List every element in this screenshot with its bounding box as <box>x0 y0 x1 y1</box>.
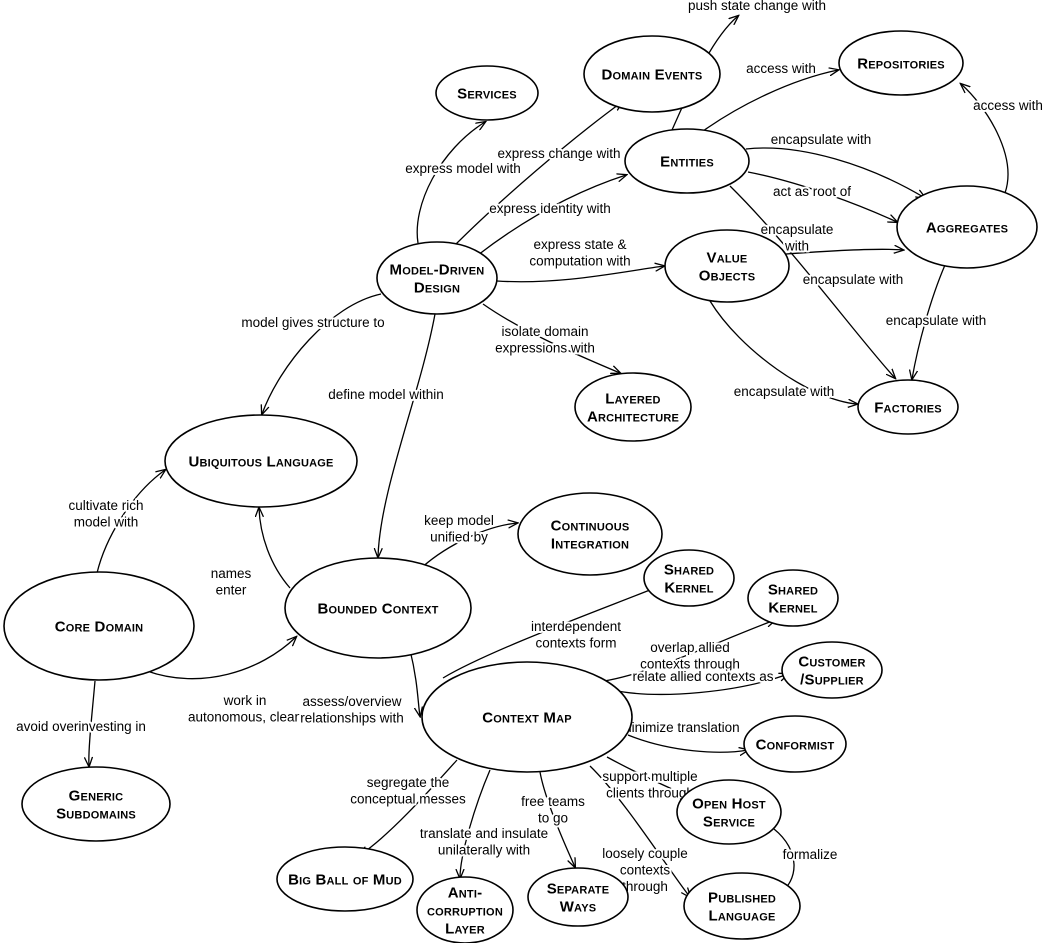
edge-label: define model within <box>328 387 444 402</box>
edge-label: minimize translation <box>620 720 739 735</box>
node-published_lang[interactable]: Published Language <box>683 872 801 940</box>
node-label: Continuous Integration <box>551 518 630 553</box>
concept-map-svg: express model withexpress model withexpr… <box>3 0 1045 943</box>
node-label: Domain Events <box>602 67 703 84</box>
edge-label: encapsulate with <box>771 132 872 147</box>
node-repositories[interactable]: Repositories <box>838 30 964 96</box>
node-factories[interactable]: Factories <box>857 379 959 435</box>
edge-label: work in autonomous, clean <box>188 693 302 725</box>
node-label: Shared Kernel <box>664 562 714 597</box>
node-label: Context Map <box>482 710 572 727</box>
node-label: Customer/Supplier <box>798 654 865 689</box>
node-label: Shared Kernel <box>768 582 818 617</box>
node-label: Open Host Service <box>692 796 766 831</box>
node-layered_arch[interactable]: Layered Architecture <box>574 372 692 442</box>
edge-label: express change with <box>497 146 620 161</box>
edge-label: model gives structure to <box>241 315 384 330</box>
edge-label: act as root of <box>773 184 851 199</box>
edge-label: cultivate rich model with <box>68 498 143 530</box>
node-open_host[interactable]: Open Host Service <box>676 779 782 845</box>
edge-label: express state & computation with <box>529 237 630 269</box>
edge-label: isolate domain expressions with <box>495 324 595 356</box>
edge-bounded_ctx-to-ubiquitous <box>259 508 291 589</box>
edge-label: express identity with <box>489 201 611 216</box>
edge-label: encapsulate with <box>803 272 904 287</box>
edge-label: overlap allied contexts through <box>640 640 740 672</box>
edge-label: access with <box>746 61 816 76</box>
edge-context_map-to-anti_corruption <box>460 769 491 878</box>
node-shared_kernel2[interactable]: Shared Kernel <box>747 569 839 627</box>
node-context_map[interactable]: Context Map <box>421 661 633 773</box>
edge-bounded_ctx-to-context_map <box>409 649 420 716</box>
node-ubiquitous[interactable]: Ubiquitous Language <box>164 414 358 508</box>
node-label: Repositories <box>857 56 945 73</box>
edge-label: translate and insulate unilaterally with <box>420 826 548 858</box>
edge-label: encapsulate with <box>886 313 987 328</box>
node-label: Factories <box>874 400 942 417</box>
node-entities[interactable]: Entities <box>624 128 750 194</box>
node-label: Published Language <box>708 890 776 925</box>
node-label: Bounded Context <box>317 601 438 618</box>
edge-label: push state change with <box>688 0 826 13</box>
node-services[interactable]: Services <box>435 65 539 121</box>
edge-label: free teams to go <box>521 794 585 826</box>
node-cont_integ[interactable]: Continuous Integration <box>517 492 663 576</box>
edge-label: encapsulate with <box>734 384 835 399</box>
edge-label: assess/overview relationships with <box>300 694 404 726</box>
node-label: Conformist <box>756 737 835 754</box>
edge-label: avoid overinvesting in <box>16 719 146 734</box>
node-label: Big Ball of Mud <box>288 872 402 889</box>
node-label: Core Domain <box>55 619 144 636</box>
node-value_objects[interactable]: Value Objects <box>664 229 790 303</box>
edge-label: interdependent contexts form <box>531 619 621 651</box>
edge-label: names enter <box>211 566 252 598</box>
node-label: Services <box>457 86 517 103</box>
node-core_domain[interactable]: Core Domain <box>3 571 195 681</box>
node-separate_ways[interactable]: Separate Ways <box>527 867 629 927</box>
node-bounded_ctx[interactable]: Bounded Context <box>284 557 472 659</box>
node-conformist[interactable]: Conformist <box>743 715 847 773</box>
concept-map-canvas: express model with express model with expr… <box>0 0 1051 943</box>
edge-label: formalize <box>783 847 838 862</box>
node-aggregates[interactable]: Aggregates <box>896 185 1038 269</box>
node-label: Ubiquitous Language <box>188 454 333 471</box>
node-domain_events[interactable]: Domain Events <box>583 35 721 113</box>
node-big_ball[interactable]: Big Ball of Mud <box>276 846 414 912</box>
node-anti_corruption[interactable]: Anti-corruption Layer <box>416 876 514 943</box>
edge-entities-to-repositories <box>702 70 838 132</box>
node-generic_sub[interactable]: Generic Subdomains <box>21 766 171 842</box>
node-shared_kernel1[interactable]: Shared Kernel <box>643 549 735 607</box>
node-label: Aggregates <box>926 220 1008 237</box>
node-label: Entities <box>660 154 714 171</box>
node-label: Value Objects <box>699 250 755 285</box>
node-cust_supplier[interactable]: Customer/Supplier <box>781 641 883 699</box>
edge-label: keep model unified by <box>424 513 494 545</box>
edge-context_map-to-conformist <box>627 734 748 752</box>
node-mdd[interactable]: Model-Driven Design <box>376 241 498 315</box>
edge-label: express model with <box>405 161 521 176</box>
edge-label: access with <box>973 98 1043 113</box>
edge-label: segregate the conceptual messes <box>350 775 466 807</box>
edge-label: relate allied contexts as <box>632 669 773 684</box>
